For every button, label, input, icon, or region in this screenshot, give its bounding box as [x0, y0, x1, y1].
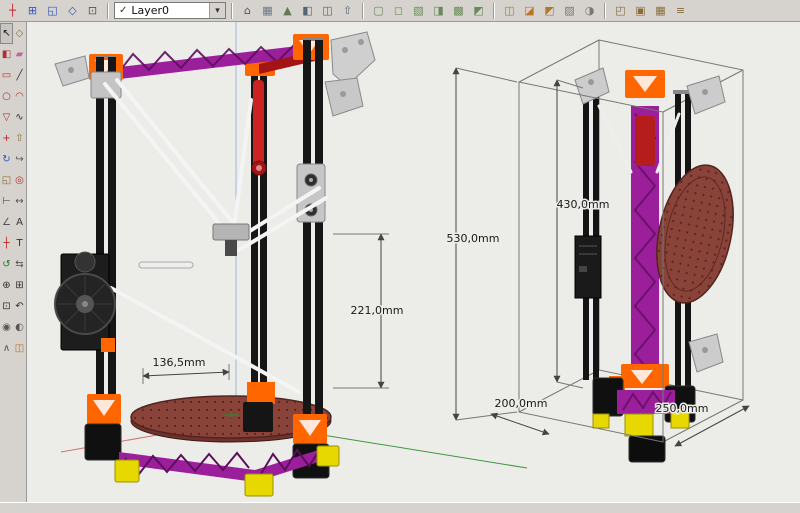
line-tool-icon[interactable]: ╱	[13, 65, 26, 86]
outliner-icon[interactable]: ≡	[671, 1, 690, 20]
rotate-tool-icon[interactable]: ↻	[0, 149, 13, 170]
layer-dropdown-value: Layer0	[131, 4, 170, 17]
scale-tool-icon[interactable]: ◱	[0, 170, 13, 191]
solid-tools-icon[interactable]: ▦	[651, 1, 670, 20]
tape-measure-icon[interactable]: ⊢	[0, 191, 13, 212]
get-models-icon[interactable]: ◫	[318, 1, 337, 20]
pan-tool-icon[interactable]: ⇆	[13, 254, 26, 275]
move-tool-icon[interactable]: +	[0, 128, 13, 149]
left-tool-palette: ↖ ◇ ◧ ▰ ▭ ╱ ○ ◠ ▽ ∿ + ⇧ ↻ ↪ ◱ ◎ ⊢ ↔ ∠ A ┼ T ↺ ⇆ ⊕ ⊞ ⊡ ↶ ◉ ◐ ∧ ◫	[0, 22, 27, 502]
dimension-label: 200,0mm	[495, 397, 548, 410]
group-icon[interactable]: ▣	[631, 1, 650, 20]
viewport-3d[interactable]: 221,0mm 136,5mm 530,0mm 430,0mm 200,0mm …	[27, 22, 800, 502]
arc-tool-icon[interactable]: ◠	[13, 86, 26, 107]
section-toolbar-group: ◫ ◪ ◩ ▨ ◑	[500, 1, 599, 20]
monochrome-mode-icon[interactable]: ◩	[469, 1, 488, 20]
shadows-icon[interactable]: ◑	[580, 1, 599, 20]
section-fill-icon[interactable]: ◩	[540, 1, 559, 20]
xray-mode-icon[interactable]: ▢	[369, 1, 388, 20]
toolbar-separator	[362, 2, 364, 19]
look-around-icon[interactable]: ◐	[13, 317, 26, 338]
section-plane-toggle-icon[interactable]: ◫	[500, 1, 519, 20]
location-toolbar-group: ⌂ ▦ ▲ ◧ ◫ ⇧	[238, 1, 357, 20]
top-toolbar: ┼ ⊞ ◱ ◇ ⊡ ✓ Layer0 ▾ ⌂ ▦ ▲ ◧ ◫ ⇧ ▢ ◻ ▧ ◨ ▩ ◩ ◫ ◪ ◩ ▨ ◑ ◰ ▣ ▦…	[0, 0, 800, 22]
textured-mode-icon[interactable]: ▩	[449, 1, 468, 20]
check-icon: ✓	[119, 5, 128, 16]
components-toolbar-group: ◰ ▣ ▦ ≡	[611, 1, 690, 20]
views-toolbar-group: ┼ ⊞ ◱ ◇ ⊡	[3, 1, 102, 20]
axes-display-icon[interactable]: ┼	[3, 1, 22, 20]
select-tool-icon[interactable]: ↖	[0, 23, 13, 44]
zoom-extents-icon[interactable]: ⊡	[0, 296, 13, 317]
polygon-tool-icon[interactable]: ▽	[0, 107, 13, 128]
iso-view-icon[interactable]: ◇	[63, 1, 82, 20]
building-icon[interactable]: ▦	[258, 1, 277, 20]
zoom-tool-icon[interactable]: ⊕	[0, 275, 13, 296]
terrain-icon[interactable]: ▲	[278, 1, 297, 20]
components-icon[interactable]: ◰	[611, 1, 630, 20]
dimension-label: 221,0mm	[351, 304, 404, 317]
wireframe-mode-icon[interactable]: ◻	[389, 1, 408, 20]
place-model-icon[interactable]: ◧	[298, 1, 317, 20]
rectangle-tool-icon[interactable]: ▭	[0, 65, 13, 86]
orbit-tool-icon[interactable]: ↺	[0, 254, 13, 275]
dimension-tool-icon[interactable]: ↔	[13, 191, 26, 212]
toolbar-separator	[231, 2, 233, 19]
axes-tool-icon[interactable]: ┼	[0, 233, 13, 254]
make-component-icon[interactable]: ◇	[13, 23, 26, 44]
back-edges-icon[interactable]: ▨	[560, 1, 579, 20]
dimension-label: 430,0mm	[557, 198, 610, 211]
circle-tool-icon[interactable]: ○	[0, 86, 13, 107]
shaded-mode-icon[interactable]: ◨	[429, 1, 448, 20]
model-scene: 221,0mm 136,5mm 530,0mm 430,0mm 200,0mm …	[27, 22, 800, 502]
protractor-icon[interactable]: ∠	[0, 212, 13, 233]
walk-tool-icon[interactable]: ∧	[0, 338, 13, 359]
push-pull-icon[interactable]: ⇧	[13, 128, 26, 149]
follow-me-icon[interactable]: ↪	[13, 149, 26, 170]
eraser-icon[interactable]: ▰	[13, 44, 26, 65]
share-model-icon[interactable]: ⇧	[338, 1, 357, 20]
layer-dropdown[interactable]: ✓ Layer0 ▾	[114, 2, 226, 19]
front-view-icon[interactable]: ◱	[43, 1, 62, 20]
hidden-line-mode-icon[interactable]: ▧	[409, 1, 428, 20]
face-style-toolbar-group: ▢ ◻ ▧ ◨ ▩ ◩	[369, 1, 488, 20]
status-bar	[0, 502, 800, 513]
chevron-down-icon[interactable]: ▾	[209, 3, 225, 18]
freehand-tool-icon[interactable]: ∿	[13, 107, 26, 128]
zoom-extents-icon[interactable]: ⊡	[83, 1, 102, 20]
section-plane-icon[interactable]: ◫	[13, 338, 26, 359]
dimension-label: 250,0mm	[656, 402, 709, 415]
home-icon[interactable]: ⌂	[238, 1, 257, 20]
toolbar-separator	[107, 2, 109, 19]
sketchup-window: ┼ ⊞ ◱ ◇ ⊡ ✓ Layer0 ▾ ⌂ ▦ ▲ ◧ ◫ ⇧ ▢ ◻ ▧ ◨ ▩ ◩ ◫ ◪ ◩ ▨ ◑ ◰ ▣ ▦…	[0, 0, 800, 513]
position-camera-icon[interactable]: ◉	[0, 317, 13, 338]
text-tool-icon[interactable]: A	[13, 212, 26, 233]
dimension-label: 136,5mm	[153, 356, 206, 369]
offset-tool-icon[interactable]: ◎	[13, 170, 26, 191]
3d-text-icon[interactable]: T	[13, 233, 26, 254]
previous-view-icon[interactable]: ↶	[13, 296, 26, 317]
main-area: ↖ ◇ ◧ ▰ ▭ ╱ ○ ◠ ▽ ∿ + ⇧ ↻ ↪ ◱ ◎ ⊢ ↔ ∠ A ┼ T ↺ ⇆ ⊕ ⊞ ⊡ ↶ ◉ ◐ ∧ ◫	[0, 22, 800, 502]
toolbar-separator	[493, 2, 495, 19]
paint-bucket-icon[interactable]: ◧	[0, 44, 13, 65]
top-view-icon[interactable]: ⊞	[23, 1, 42, 20]
zoom-window-icon[interactable]: ⊞	[13, 275, 26, 296]
toolbar-separator	[604, 2, 606, 19]
section-cuts-icon[interactable]: ◪	[520, 1, 539, 20]
dimension-label: 530,0mm	[447, 232, 500, 245]
